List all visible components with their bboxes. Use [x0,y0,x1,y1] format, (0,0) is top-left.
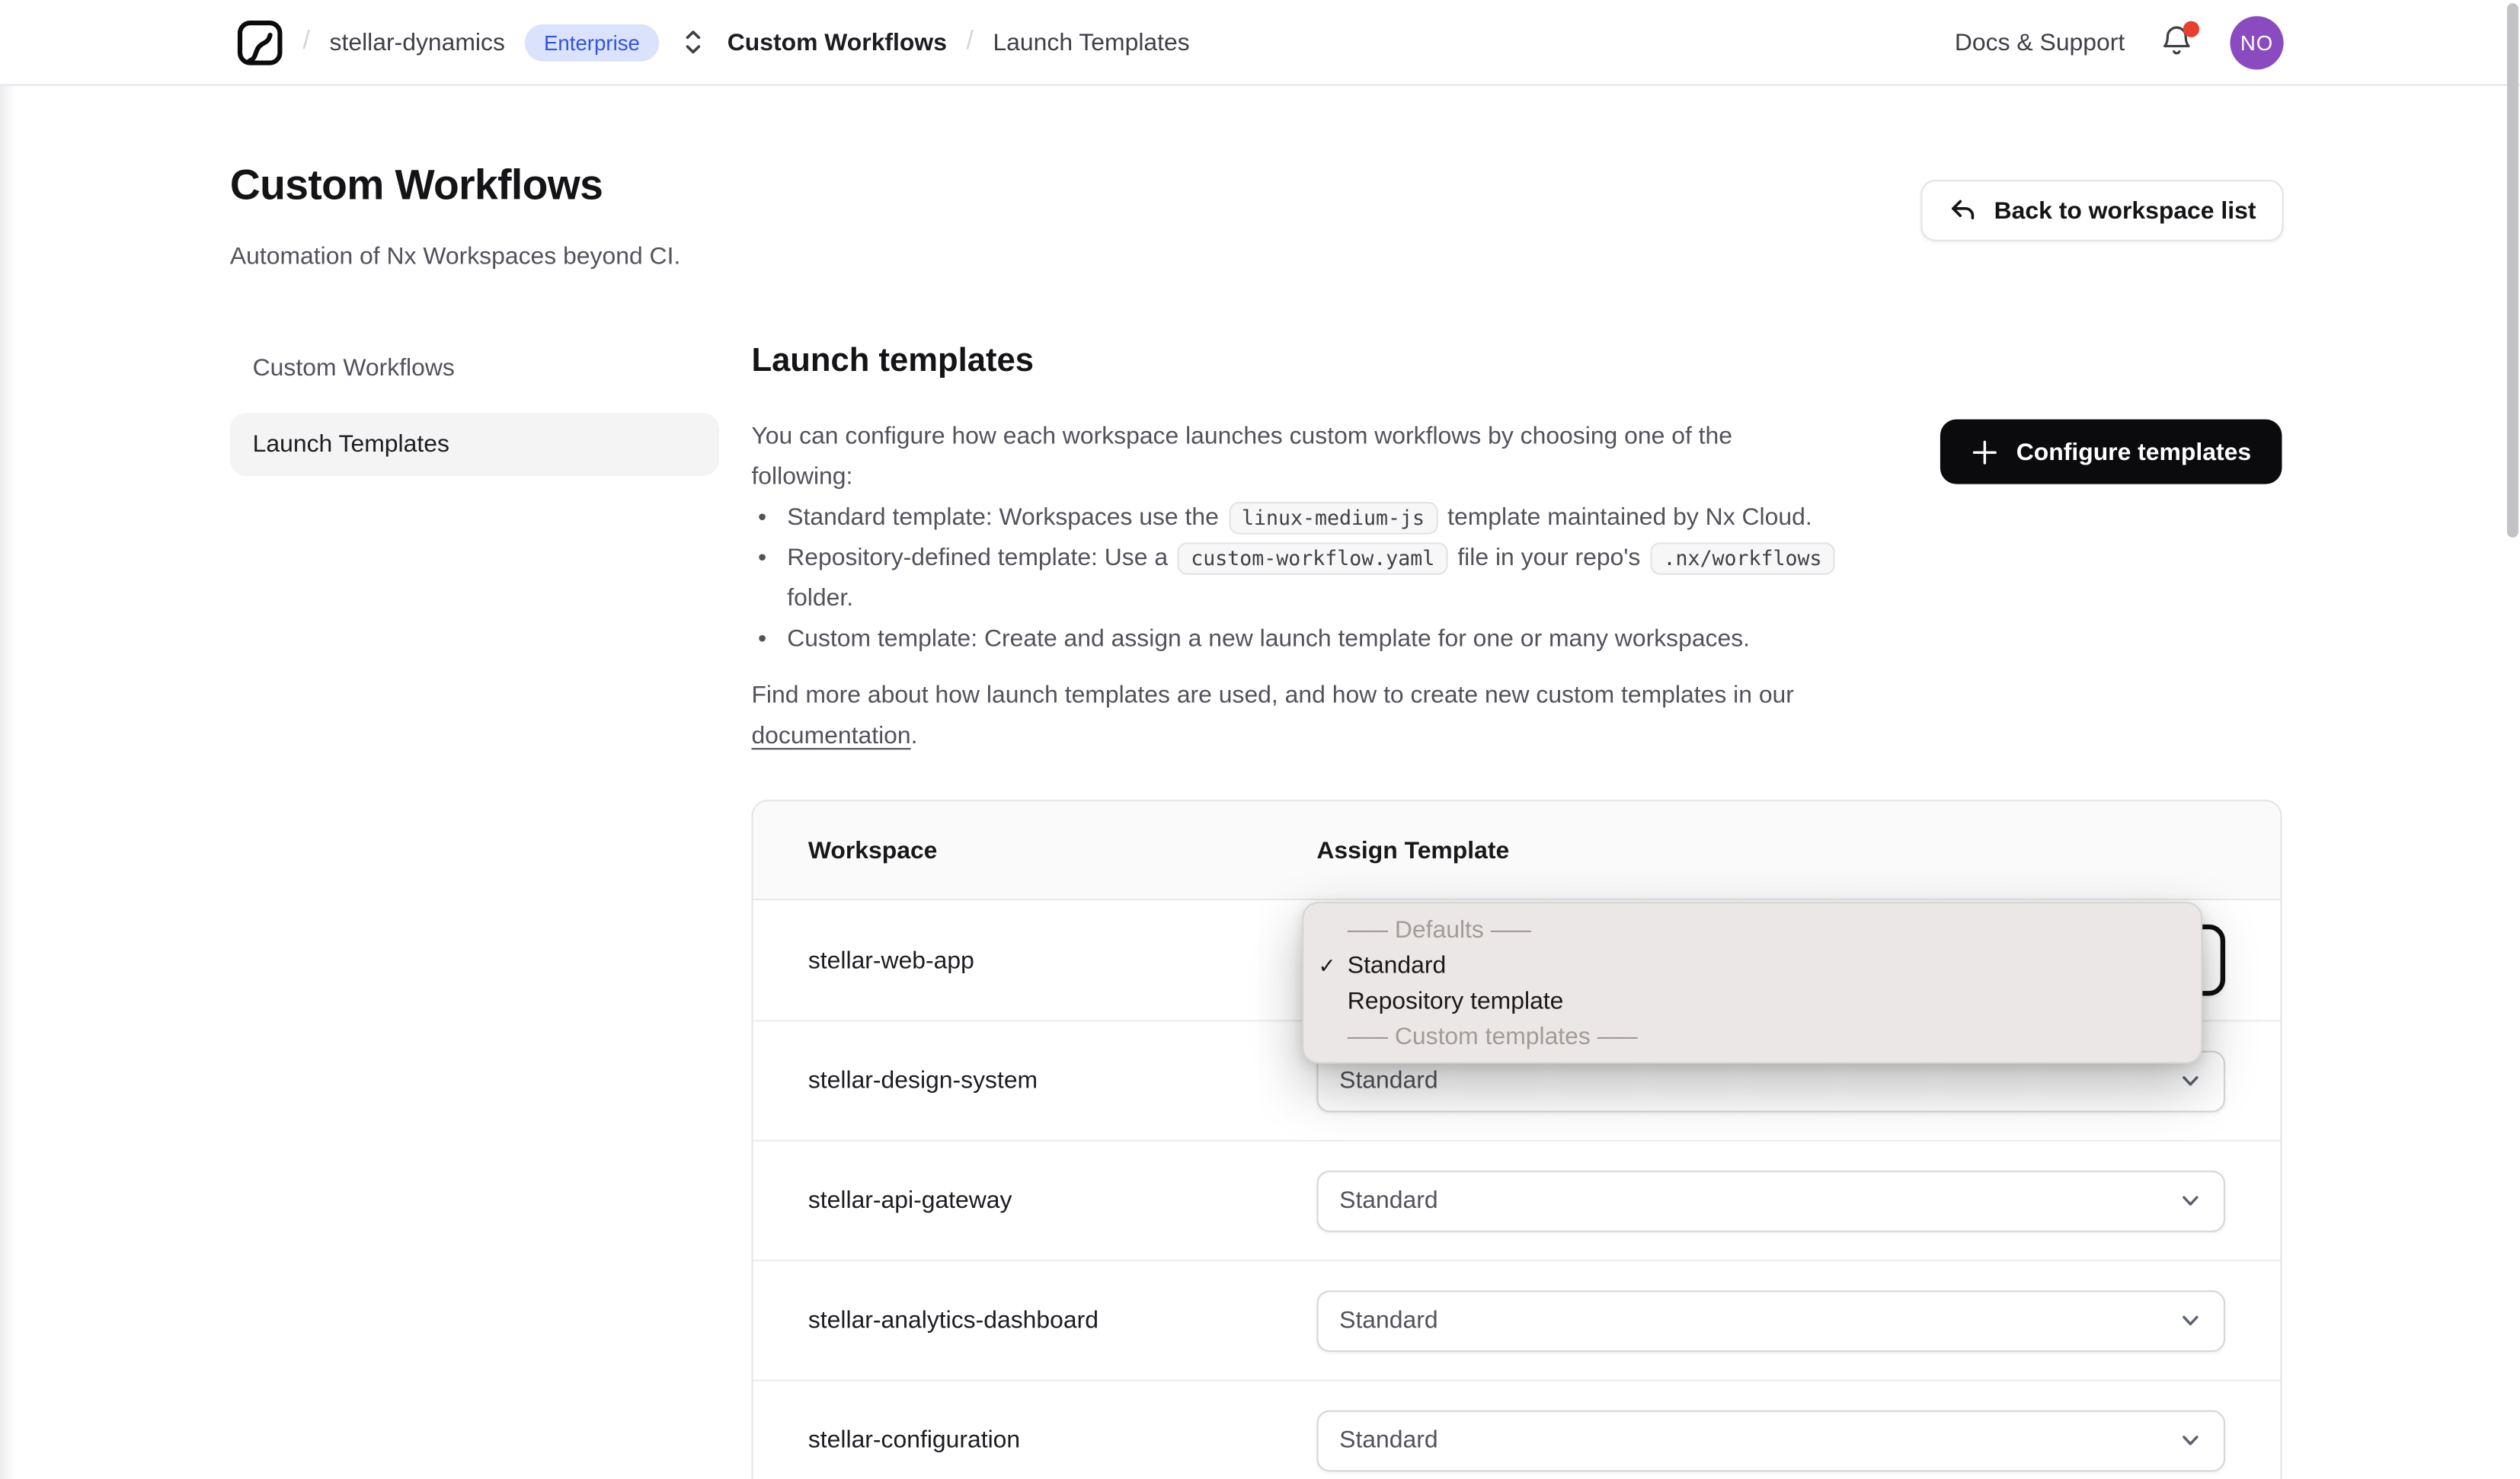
configure-button-label: Configure templates [2016,438,2252,466]
chevron-down-icon [2183,1315,2199,1326]
chevron-down-icon [2183,1436,2199,1445]
docs-support-link[interactable]: Docs & Support [1955,28,2125,56]
page-subtitle: Automation of Nx Workspaces beyond CI. [229,242,681,271]
list-item-repository-template: Repository-defined template: Use a custo… [751,538,1840,618]
configure-templates-button[interactable]: Configure templates [1940,419,2282,484]
settings-sidebar: Custom Workflows Launch Templates [229,342,719,477]
intro-line1: You can configure how each workspace lau… [751,422,1733,451]
bullet2-pre: Repository-defined template: Use a [787,544,1175,572]
section-description: You can configure how each workspace lau… [751,416,1840,755]
bullet3-text: Custom template: Create and assign a new… [787,625,1751,653]
code-chip: linux-medium-js [1228,502,1437,535]
template-select-stellar-configuration[interactable]: Standard [1316,1409,2226,1471]
bullet1-pre: Standard template: Workspaces use the [787,503,1226,532]
chevron-down-icon [2183,1076,2199,1086]
list-item-standard-template: Standard template: Workspaces use the li… [751,497,1840,538]
option-label: Standard [1347,952,1447,980]
bullet2-post: folder. [787,584,854,612]
app-root: / stellar-dynamics Enterprise Custom Wor… [0,0,2520,1479]
dropdown-group-custom-templates: ––– Custom templates ––– [1347,1023,1638,1051]
workspace-name: stellar-web-app [807,946,974,974]
avatar[interactable]: NO [2230,15,2284,69]
breadcrumb-section[interactable]: Custom Workflows [728,28,947,56]
nx-cloud-logo-icon[interactable] [236,18,283,65]
section-title: Launch templates [751,341,1034,379]
bullet1-post: template maintained by Nx Cloud. [1441,503,1812,532]
column-header-assign-template: Assign Template [1316,836,1510,864]
code-chip: .nx/workflows [1650,542,1835,575]
documentation-link[interactable]: documentation [751,722,910,749]
option-label: Repository template [1347,987,1564,1015]
sidebar-item-custom-workflows[interactable]: Custom Workflows [230,342,719,395]
table-row: stellar-configuration Standard [753,1379,2281,1479]
launch-templates-section: Launch templates Configure templates You… [751,342,2282,1479]
back-to-workspace-list-button[interactable]: Back to workspace list [1920,179,2284,241]
select-value: Standard [1339,1067,1438,1095]
workspace-name: stellar-design-system [807,1067,1038,1095]
workspace-template-table: Workspace Assign Template stellar-web-ap… [751,800,2282,1479]
table-row: stellar-analytics-dashboard Standard [753,1259,2281,1379]
find-more-line1: Find more about how launch templates are… [751,682,1794,710]
page-title-block: Custom Workflows Automation of Nx Worksp… [230,160,680,270]
workspace-name: stellar-analytics-dashboard [807,1306,1099,1334]
template-select-stellar-api-gateway[interactable]: Standard [1316,1170,2226,1231]
page-content: Custom Workflows Automation of Nx Worksp… [0,86,2284,1479]
page-header: Custom Workflows Automation of Nx Worksp… [230,160,2284,270]
intro-paragraph: You can configure how each workspace lau… [751,416,1840,497]
intro-line2: following: [751,463,853,491]
table-row: stellar-api-gateway Standard [753,1139,2281,1260]
code-chip: custom-workflow.yaml [1178,542,1448,575]
column-header-workspace: Workspace [807,836,938,864]
plus-icon [1972,439,1997,464]
notification-dot [2183,21,2200,37]
page-title: Custom Workflows [229,160,603,209]
workspace-name: stellar-api-gateway [807,1187,1012,1215]
find-more-period: . [910,722,918,750]
table-header-row: Workspace Assign Template [753,801,2281,901]
breadcrumb-separator: / [302,27,311,56]
sidebar-item-launch-templates[interactable]: Launch Templates [229,413,719,477]
breadcrumb-page: Launch Templates [993,28,1190,56]
list-item-custom-template: Custom template: Create and assign a new… [751,618,1840,659]
bullet2-mid: file in your repo's [1450,544,1648,572]
dropdown-option-standard[interactable]: ✓ Standard [1303,949,2201,985]
select-value: Standard [1339,1306,1438,1334]
scrollbar-thumb[interactable] [2506,3,2518,538]
top-bar: / stellar-dynamics Enterprise Custom Wor… [0,0,2520,86]
select-value: Standard [1339,1426,1438,1455]
breadcrumb-separator: / [966,27,974,56]
enterprise-badge: Enterprise [524,23,660,61]
workspace-switcher-icon[interactable] [682,26,705,59]
notifications-button[interactable] [2160,21,2200,60]
template-select-stellar-analytics-dashboard[interactable]: Standard [1316,1289,2226,1352]
template-options-list: Standard template: Workspaces use the li… [751,497,1840,659]
breadcrumb-workspace[interactable]: stellar-dynamics [330,28,505,56]
find-more-paragraph: Find more about how launch templates are… [751,676,1840,756]
workspace-name: stellar-configuration [807,1426,1021,1455]
undo-arrow-icon [1952,200,1975,219]
chevron-down-icon [2183,1196,2199,1206]
checkmark-icon: ✓ [1318,954,1336,979]
header-actions: Docs & Support NO [1955,15,2284,69]
breadcrumb: / stellar-dynamics Enterprise Custom Wor… [236,18,1190,65]
settings-layout: Custom Workflows Launch Templates Launch… [229,342,2284,1479]
dropdown-group-defaults: ––– Defaults ––– [1347,916,1531,944]
back-button-label: Back to workspace list [1994,196,2256,225]
dropdown-option-repository-template[interactable]: Repository template [1303,985,2201,1021]
template-dropdown-menu: ––– Defaults ––– ✓ Standard Repository te… [1302,902,2203,1064]
select-value: Standard [1339,1187,1438,1215]
